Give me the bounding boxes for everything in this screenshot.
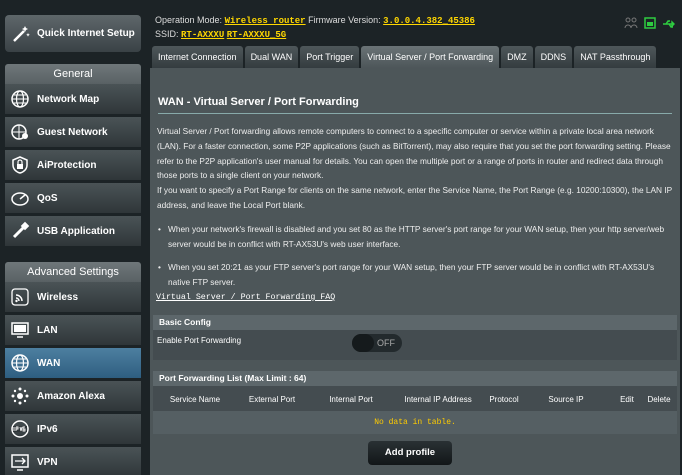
enable-port-forwarding-row: [153, 330, 677, 360]
op-mode-link[interactable]: Wireless router: [225, 16, 306, 26]
description-paragraph-1: Virtual Server / Port forwarding allows …: [157, 126, 671, 181]
alexa-dots-icon: [10, 386, 30, 406]
sidebar-item-qos[interactable]: QoS: [5, 183, 141, 214]
sidebar-item-label: Network Map: [37, 93, 100, 105]
tab-bar: Internet Connection Dual WAN Port Trigge…: [152, 46, 657, 68]
faq-link[interactable]: Virtual Server / Port Forwarding FAQ: [156, 293, 335, 302]
users-icon[interactable]: [624, 16, 638, 34]
description-text: Virtual Server / Port forwarding allows …: [157, 124, 677, 213]
ssid-line: SSID: RT-AXXXU RT-AXXXU_5G: [155, 29, 286, 40]
toggle-state: OFF: [377, 338, 395, 348]
tab-ddns[interactable]: DDNS: [534, 46, 573, 68]
sidebar-item-label: Wireless: [37, 291, 79, 303]
sidebar-item-label: AiProtection: [37, 159, 97, 171]
sidebar-item-label: VPN: [37, 456, 58, 468]
quick-internet-setup-button[interactable]: Quick Internet Setup: [5, 15, 141, 52]
router-status-icon[interactable]: [644, 16, 656, 34]
port-forwarding-list-header: Port Forwarding List (Max Limit : 64): [153, 371, 677, 386]
op-mode-label: Operation Mode:: [155, 15, 223, 25]
basic-config-header: Basic Config: [153, 315, 677, 330]
header-status-bar: Operation Mode: Wireless router Firmware…: [148, 0, 682, 42]
operation-mode-line: Operation Mode: Wireless router Firmware…: [155, 15, 475, 26]
sidebar-item-label: IPv6: [37, 423, 58, 435]
usb-puzzle-icon: [10, 221, 30, 241]
globe-icon: [10, 353, 30, 373]
sidebar-item-label: WAN: [37, 357, 61, 369]
sidebar-item-aiprotection[interactable]: AiProtection: [5, 150, 141, 181]
wifi-icon: [10, 287, 30, 307]
tab-virtual-server[interactable]: Virtual Server / Port Forwarding: [361, 46, 500, 68]
advanced-settings-section-header: Advanced Settings: [5, 262, 141, 282]
bullet-icon: •: [158, 224, 161, 234]
sidebar-item-usb-application[interactable]: USB Application: [5, 216, 141, 247]
quick-internet-setup-label: Quick Internet Setup: [37, 28, 135, 39]
ssid-2g-link[interactable]: RT-AXXXU: [181, 30, 224, 40]
ssid-5g-link[interactable]: RT-AXXXU_5G: [227, 30, 286, 40]
page-title: WAN - Virtual Server / Port Forwarding: [158, 96, 359, 108]
usb-icon[interactable]: [662, 16, 676, 34]
note-text-2: When you set 20:21 as your FTP server's …: [168, 262, 655, 287]
speedometer-icon: [10, 188, 30, 208]
general-section-header: General: [5, 64, 141, 84]
empty-table-message: No data in table.: [153, 411, 677, 434]
tab-internet-connection[interactable]: Internet Connection: [152, 46, 243, 68]
ssid-label: SSID:: [155, 29, 179, 39]
tab-dmz[interactable]: DMZ: [501, 46, 533, 68]
firmware-label: Firmware Version:: [308, 15, 381, 25]
add-profile-button[interactable]: Add profile: [368, 441, 452, 465]
note-text-1: When your network's firewall is disabled…: [168, 224, 665, 249]
status-icons: [624, 16, 676, 34]
note-bullet-1: • When your network's firewall is disabl…: [157, 222, 677, 252]
toggle-knob: [352, 334, 374, 352]
main-panel: WAN - Virtual Server / Port Forwarding V…: [150, 68, 680, 475]
sidebar-item-label: Guest Network: [37, 126, 108, 138]
sidebar-item-label: Amazon Alexa: [37, 390, 105, 402]
col-protocol: Protocol: [489, 395, 519, 404]
description-paragraph-2: If you want to specify a Port Range for …: [157, 185, 672, 210]
col-source-ip: Source IP: [548, 395, 584, 404]
vpn-icon: [10, 452, 30, 472]
monitor-icon: [10, 320, 30, 340]
enable-port-forwarding-toggle[interactable]: OFF: [352, 334, 402, 352]
tab-nat-passthrough[interactable]: NAT Passthrough: [574, 46, 657, 68]
sidebar-item-label: USB Application: [37, 225, 115, 237]
ipv6-globe-icon: [10, 419, 30, 439]
sidebar-item-guest-network[interactable]: Guest Network: [5, 117, 141, 148]
sidebar-item-label: QoS: [37, 192, 58, 204]
sidebar-item-wan[interactable]: WAN: [5, 348, 141, 379]
guest-globe-icon: [10, 122, 30, 142]
enable-port-forwarding-label: Enable Port Forwarding: [157, 336, 242, 345]
firmware-link[interactable]: 3.0.0.4.382_45386: [383, 16, 475, 26]
magic-wand-icon: [11, 24, 31, 44]
note-bullet-2: • When you set 20:21 as your FTP server'…: [157, 260, 677, 290]
col-internal-port: Internal Port: [329, 395, 373, 404]
col-external-port: External Port: [248, 395, 296, 404]
sidebar: Quick Internet Setup General Network Map…: [0, 0, 148, 475]
title-divider: [158, 113, 672, 114]
bullet-icon: •: [158, 262, 161, 272]
tab-port-trigger[interactable]: Port Trigger: [300, 46, 360, 68]
col-edit: Edit: [620, 395, 634, 404]
col-service-name: Service Name: [169, 395, 221, 404]
sidebar-item-lan[interactable]: LAN: [5, 315, 141, 346]
col-internal-ip: Internal IP Address: [404, 395, 472, 404]
lock-icon: [10, 155, 30, 175]
sidebar-item-network-map[interactable]: Network Map: [5, 84, 141, 115]
col-delete: Delete: [647, 395, 671, 404]
globe-icon: [10, 89, 30, 109]
sidebar-item-ipv6[interactable]: IPv6: [5, 414, 141, 445]
tab-dual-wan[interactable]: Dual WAN: [244, 46, 299, 68]
sidebar-item-wireless[interactable]: Wireless: [5, 282, 141, 313]
sidebar-item-vpn[interactable]: VPN: [5, 447, 141, 475]
sidebar-item-amazon-alexa[interactable]: Amazon Alexa: [5, 381, 141, 412]
sidebar-item-label: LAN: [37, 324, 58, 336]
